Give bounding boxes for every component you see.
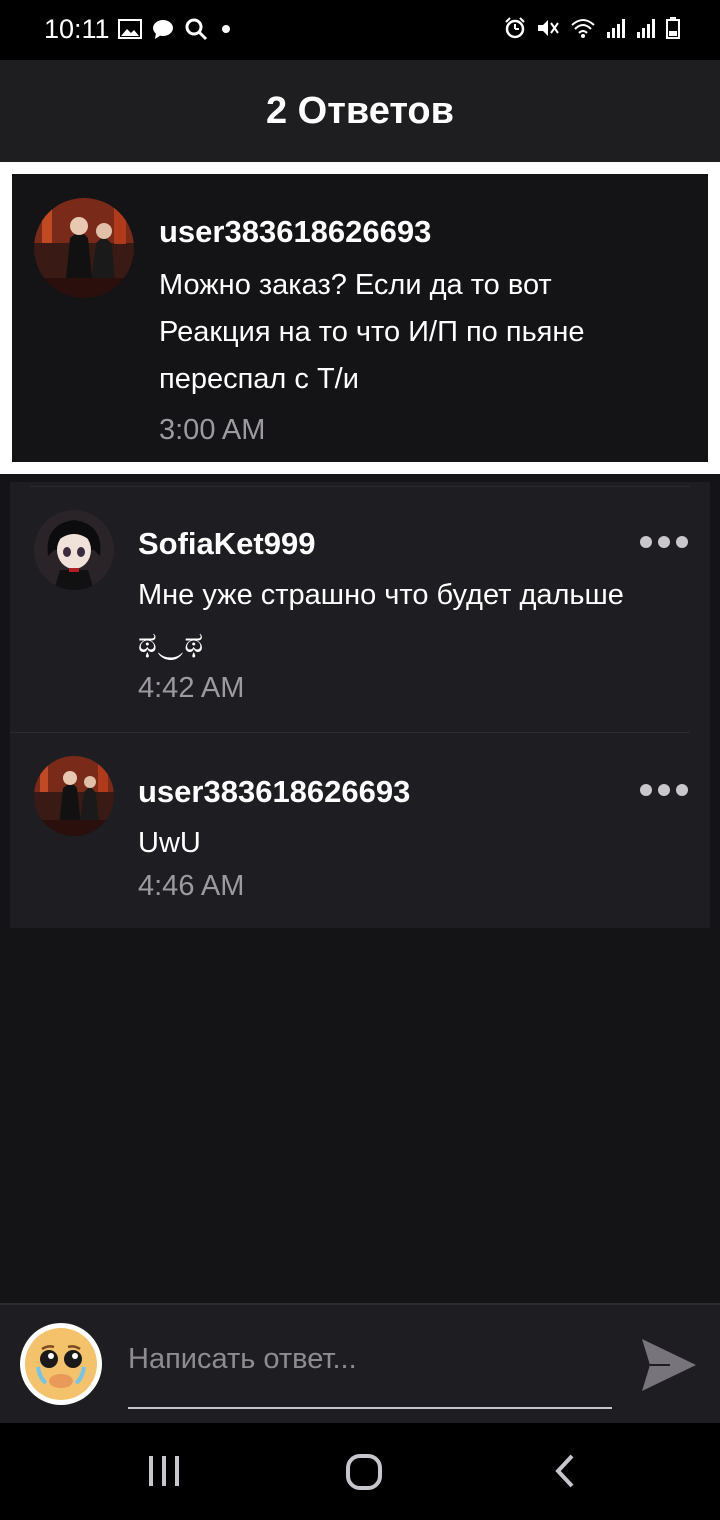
reply-text-line: UwU [138, 827, 201, 859]
avatar[interactable] [34, 510, 114, 590]
parent-comment-highlight: user383618626693 Можно заказ? Если да то… [0, 162, 720, 474]
reply-text-line: ಥ‿ಥ [138, 627, 204, 659]
reply-input[interactable]: Написать ответ... [128, 1343, 612, 1409]
comment-timestamp: 3:00 AM [159, 414, 266, 446]
wifi-icon [570, 17, 596, 44]
parent-comment[interactable]: user383618626693 Можно заказ? Если да то… [12, 174, 708, 462]
status-bar: 10:11 [0, 0, 720, 60]
more-options-button[interactable] [640, 536, 688, 548]
status-time: 10:11 [44, 14, 110, 44]
recent-apps-button[interactable] [146, 1453, 182, 1494]
chat-bubble-icon [152, 18, 174, 45]
comment-text-line: Можно заказ? Если да то вот [159, 269, 552, 301]
reply-item[interactable]: SofiaKet999 Мне уже страшно что будет да… [10, 482, 710, 730]
more-dots-icon [676, 784, 688, 796]
send-icon [642, 1339, 696, 1391]
reply-username[interactable]: SofiaKet999 [138, 526, 315, 562]
alarm-icon [504, 17, 526, 44]
reply-text-line: Мне уже страшно что будет дальше [138, 579, 624, 611]
search-icon [184, 17, 208, 46]
home-icon [346, 1454, 382, 1490]
crying-emoji-icon[interactable] [20, 1323, 102, 1405]
signal-icon [606, 17, 626, 44]
reply-timestamp: 4:42 AM [138, 672, 245, 704]
comment-text-line: переспал с Т/и [159, 363, 359, 395]
reply-username[interactable]: user383618626693 [138, 774, 410, 810]
more-dots-icon [676, 536, 688, 548]
reply-timestamp: 4:46 AM [138, 870, 245, 902]
dot-icon [218, 21, 234, 42]
back-button[interactable] [552, 1453, 578, 1494]
reply-composer: Написать ответ... [0, 1303, 720, 1425]
send-button[interactable] [640, 1337, 698, 1398]
battery-icon [666, 17, 680, 44]
more-dots-icon [658, 536, 670, 548]
page-header: 2 Ответов [0, 60, 720, 162]
more-dots-icon [658, 784, 670, 796]
more-dots-icon [640, 784, 652, 796]
avatar[interactable] [34, 198, 134, 298]
reply-item[interactable]: user383618626693 UwU 4:46 AM [10, 732, 710, 980]
system-nav-bar [0, 1423, 720, 1520]
page-title: 2 Ответов [265, 89, 455, 132]
home-button[interactable] [345, 1453, 383, 1496]
more-options-button[interactable] [640, 784, 688, 796]
more-dots-icon [640, 536, 652, 548]
image-icon [118, 18, 142, 45]
comment-text-line: Реакция на то что И/П по пьяне [159, 316, 585, 348]
back-icon [555, 1454, 574, 1488]
avatar[interactable] [34, 756, 114, 836]
signal-icon [636, 17, 656, 44]
reply-input-placeholder: Написать ответ... [128, 1343, 357, 1375]
replies-list: SofiaKet999 Мне уже страшно что будет да… [10, 482, 710, 928]
comment-username[interactable]: user383618626693 [159, 214, 431, 250]
mute-icon [536, 17, 560, 44]
recent-apps-icon [149, 1456, 179, 1486]
